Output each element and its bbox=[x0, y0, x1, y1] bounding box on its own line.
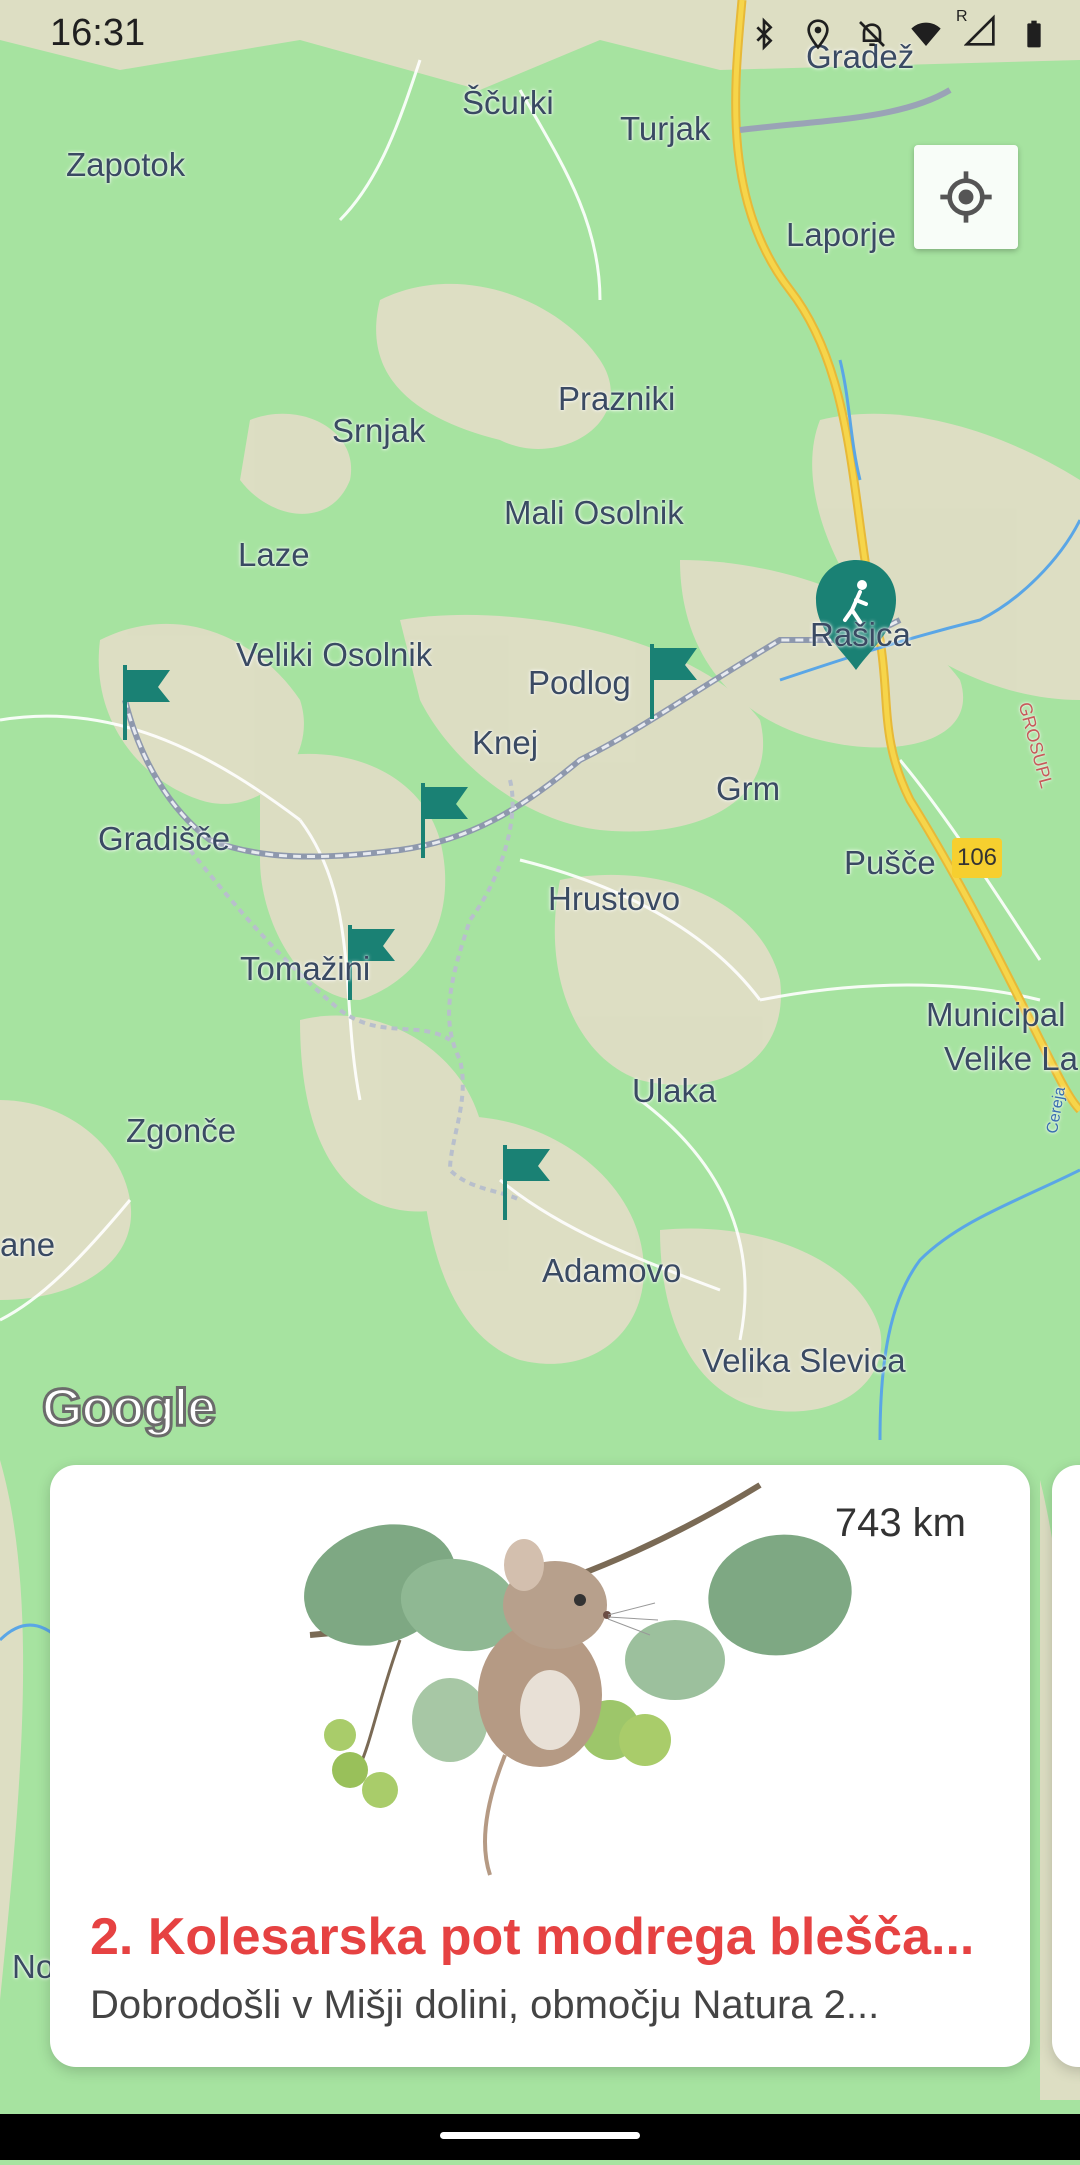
map-label-tomazini: Tomažini bbox=[240, 950, 371, 987]
signal-icon bbox=[964, 14, 995, 46]
map-label-pusce: Pušče bbox=[844, 844, 936, 881]
roaming-indicator: R bbox=[956, 8, 968, 25]
location-icon bbox=[807, 18, 829, 49]
map-label-adamovo: Adamovo bbox=[542, 1252, 682, 1289]
map-label-no: No bbox=[12, 1948, 55, 1985]
status-bar: 16:31 R bbox=[0, 0, 1080, 70]
map-label-laporje: Laporje bbox=[786, 216, 897, 253]
map-label-scurki: Ščurki bbox=[462, 84, 554, 121]
map-label-veliki-osolnik: Veliki Osolnik bbox=[236, 636, 433, 673]
home-gesture-handle[interactable] bbox=[440, 2132, 640, 2139]
map-label-ulaka: Ulaka bbox=[632, 1072, 717, 1109]
map-label-knej: Knej bbox=[472, 724, 539, 761]
map-label-turjak: Turjak bbox=[620, 110, 711, 147]
signal-indicator: R bbox=[956, 8, 996, 53]
road-number-badge: 106 bbox=[952, 838, 1002, 878]
map-label-gradisce: Gradišče bbox=[98, 820, 231, 857]
battery-icon bbox=[1027, 20, 1041, 47]
status-icons: R bbox=[748, 8, 1050, 53]
map-label-podlog: Podlog bbox=[528, 664, 631, 701]
map-label-velike-la: Velike La bbox=[944, 1040, 1078, 1077]
google-attribution: Google bbox=[40, 1378, 217, 1439]
map-label-prazniki: Prazniki bbox=[558, 380, 676, 417]
map-label-zgonce: Zgonče bbox=[126, 1112, 237, 1149]
next-route-card[interactable] bbox=[1052, 1465, 1080, 2067]
route-description: Dobrodošli v Mišji dolini, območju Natur… bbox=[90, 1983, 880, 2027]
my-location-button[interactable] bbox=[914, 145, 1018, 249]
map-label-srnjak: Srnjak bbox=[332, 412, 426, 449]
map-label-rasica: Rašica bbox=[810, 616, 911, 653]
map-label-hrustovo: Hrustovo bbox=[548, 880, 681, 917]
route-distance: 743 km bbox=[834, 1501, 966, 1545]
status-time: 16:31 bbox=[50, 12, 146, 54]
map-label-ane: ane bbox=[0, 1226, 56, 1263]
map-label-municipal: Municipal bbox=[926, 996, 1066, 1033]
route-title[interactable]: 2. Kolesarska pot modrega blešča... bbox=[90, 1907, 1010, 1967]
map-label-mali-osolnik: Mali Osolnik bbox=[504, 494, 684, 531]
bluetooth-icon bbox=[756, 16, 773, 51]
wifi-icon bbox=[911, 22, 941, 46]
map-label-zapotok: Zapotok bbox=[66, 146, 186, 183]
map-label-grm: Grm bbox=[716, 770, 781, 807]
route-card[interactable]: 743 km 2. Kolesarska pot modrega blešča.… bbox=[50, 1465, 1030, 2067]
bell-off-icon bbox=[859, 20, 885, 47]
my-location-icon bbox=[940, 171, 992, 223]
map-label-velika-slevica: Velika Slevica bbox=[702, 1342, 906, 1379]
map-label-laze: Laze bbox=[238, 536, 310, 573]
dormouse-illustration bbox=[304, 1482, 852, 1876]
system-navigation-bar bbox=[0, 2114, 1080, 2160]
